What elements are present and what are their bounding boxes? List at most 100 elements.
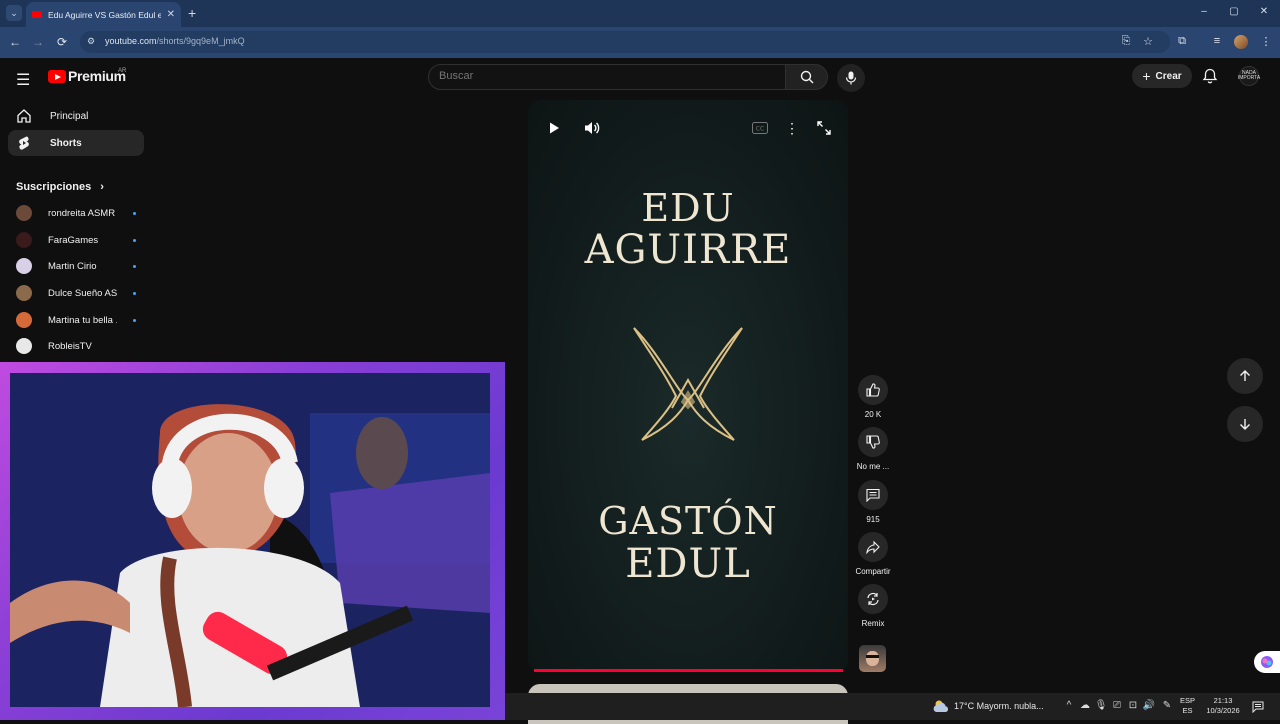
creator-avatar[interactable]	[859, 645, 886, 672]
pen-icon[interactable]: ✎	[1160, 700, 1174, 711]
youtube-favicon-icon	[32, 11, 42, 18]
sidebar-item-label: Principal	[50, 110, 89, 122]
subscription-item[interactable]: Dulce Sueño AS...	[16, 283, 136, 303]
like-count: 20 K	[864, 410, 882, 419]
plus-icon: +	[1142, 68, 1151, 84]
notifications-bell-icon[interactable]	[1202, 68, 1218, 89]
like-button[interactable]	[858, 375, 888, 405]
close-window-button[interactable]: ✕	[1254, 6, 1274, 17]
media-controls-icon[interactable]: ≡	[1210, 35, 1224, 47]
streamer-webcam-image	[10, 373, 490, 707]
avatar	[16, 258, 32, 274]
url-text[interactable]: youtube.com/shorts/9gq9eM_jmkQ	[105, 36, 245, 46]
system-clock[interactable]: 21:13 10/3/2026	[1202, 696, 1244, 716]
subscription-item[interactable]: RobleisTV	[16, 336, 136, 356]
speaker-icon[interactable]: 🔊	[1142, 700, 1156, 711]
subscription-name: Martin Cirio	[48, 260, 97, 272]
previous-short-button[interactable]	[1227, 358, 1263, 394]
thumbs-up-icon	[866, 383, 880, 397]
create-button[interactable]: + Crear	[1132, 64, 1192, 88]
webcam-feed	[10, 373, 490, 707]
subscriptions-title: Suscripciones	[16, 181, 92, 193]
video-progress-bar[interactable]	[534, 669, 843, 672]
avatar	[16, 285, 32, 301]
chrome-menu-icon[interactable]: ⋮	[1259, 35, 1273, 48]
subscription-item[interactable]: Martin Cirio	[16, 256, 136, 276]
subscription-name: FaraGames	[48, 234, 99, 246]
network-icon[interactable]: ⊡	[1126, 700, 1140, 711]
country-code: AR	[118, 68, 127, 74]
microphone-icon[interactable]: 🎙	[1094, 700, 1108, 711]
restore-button[interactable]: ▢	[1224, 6, 1244, 17]
next-short-button[interactable]	[1227, 406, 1263, 442]
remix-label: Remix	[861, 619, 885, 628]
account-avatar[interactable]: NADA IMPORTA	[1238, 66, 1260, 86]
clock-date: 10/3/2026	[1206, 706, 1240, 715]
copilot-icon[interactable]	[1254, 651, 1280, 673]
play-icon[interactable]	[545, 119, 563, 137]
search-input[interactable]	[439, 70, 769, 82]
subscription-item[interactable]: Martina tu bella ...	[16, 310, 136, 330]
forward-arrow-icon[interactable]: →	[30, 34, 46, 50]
cloudy-weather-icon[interactable]	[932, 699, 950, 718]
video-title-bottom-line1: GASTÓN	[598, 499, 778, 543]
new-content-dot	[133, 211, 136, 215]
home-icon	[17, 109, 31, 123]
tab-title: Edu Aguirre VS Gastón Edul en	[48, 9, 161, 20]
voice-search-button[interactable]	[837, 64, 865, 92]
hamburger-menu-icon[interactable]: ☰	[16, 70, 30, 90]
share-button[interactable]	[858, 532, 888, 562]
youtube-logo-icon[interactable]	[48, 70, 66, 83]
shorts-icon	[19, 136, 29, 150]
subscription-item[interactable]: FaraGames	[16, 230, 136, 250]
site-info-icon[interactable]: ⚙	[87, 36, 95, 47]
extensions-icon[interactable]: ⧉	[1175, 35, 1189, 48]
cloud-sync-icon[interactable]: ☁	[1078, 700, 1092, 711]
profile-avatar[interactable]	[1234, 35, 1248, 49]
browser-tab[interactable]: Edu Aguirre VS Gastón Edul en ✕	[26, 2, 181, 27]
search-button[interactable]	[786, 64, 828, 90]
dislike-button[interactable]	[858, 427, 888, 457]
sidebar-item-label: Shorts	[50, 137, 82, 149]
minimize-button[interactable]: –	[1194, 6, 1214, 17]
avatar	[16, 312, 32, 328]
install-app-icon[interactable]: ⎘	[1119, 35, 1133, 48]
fullscreen-icon[interactable]	[815, 119, 833, 137]
sidebar-item-shorts[interactable]: Shorts	[8, 130, 144, 156]
arrow-up-icon	[1240, 370, 1250, 381]
subscriptions-header[interactable]: Suscripciones ›	[16, 181, 104, 193]
more-options-icon[interactable]: ⋮	[783, 119, 801, 137]
subscription-name: rondreita ASMR	[48, 207, 116, 219]
clock-time: 21:13	[1213, 696, 1233, 705]
avatar	[16, 205, 32, 221]
subscription-name: Dulce Sueño AS...	[48, 287, 117, 299]
arrow-down-icon	[1240, 419, 1250, 430]
input-language[interactable]: ESP ES	[1180, 696, 1195, 716]
dislike-label: No me ...	[856, 462, 890, 471]
subscription-item[interactable]: rondreita ASMR	[16, 203, 136, 223]
comments-button[interactable]	[858, 480, 888, 510]
captions-icon[interactable]: CC	[751, 119, 769, 137]
url-host: youtube.com	[105, 36, 157, 46]
bookmark-star-icon[interactable]: ☆	[1141, 35, 1155, 48]
chevron-up-icon[interactable]: ^	[1062, 700, 1076, 711]
video-title-top-line2: AGUIRRE	[584, 227, 792, 273]
new-tab-button[interactable]: +	[188, 5, 196, 21]
new-content-dot	[133, 318, 136, 322]
volume-icon[interactable]	[583, 119, 601, 137]
sidebar-item-principal[interactable]: Principal	[8, 103, 144, 129]
weather-text[interactable]: 17°C Mayorm. nubla...	[954, 701, 1044, 711]
video-title-top-line1: EDU	[641, 186, 735, 230]
thumbs-down-icon	[866, 435, 880, 449]
remix-icon	[867, 592, 879, 606]
back-arrow-icon[interactable]: ←	[7, 34, 23, 50]
display-icon[interactable]: ⎚	[1110, 700, 1124, 711]
remix-button[interactable]	[858, 584, 888, 614]
svg-text:CC: CC	[756, 126, 764, 133]
tab-close-icon[interactable]: ✕	[167, 9, 175, 20]
reload-icon[interactable]: ⟳	[54, 34, 70, 50]
new-content-dot	[133, 264, 136, 268]
notification-center-icon[interactable]	[1252, 700, 1264, 718]
keyboard-layout: ES	[1182, 706, 1193, 715]
tab-search-icon[interactable]: ⌄	[6, 5, 22, 21]
